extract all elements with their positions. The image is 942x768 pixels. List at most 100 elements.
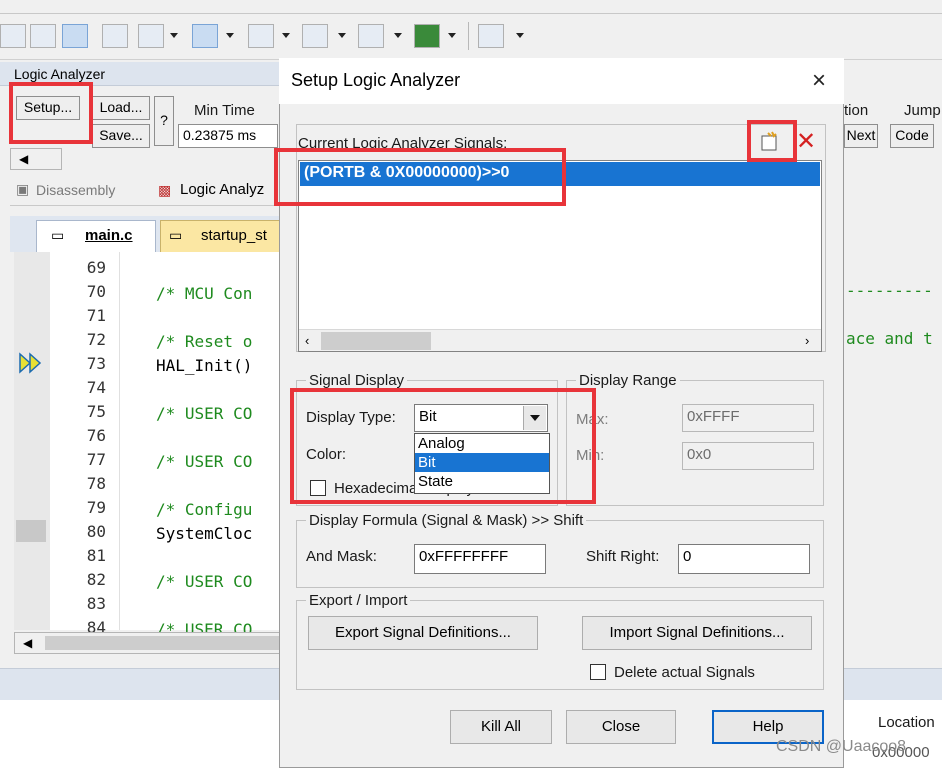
line-number: 81 [86, 546, 106, 565]
code-line: /* Reset o [156, 332, 253, 351]
chevron-down-icon[interactable] [170, 33, 178, 38]
tab-main-c[interactable]: ▭ main.c [36, 220, 156, 252]
close-icon[interactable]: × [800, 64, 838, 98]
scrollbar-thumb[interactable] [321, 332, 431, 350]
annotation-box-new-signal [747, 120, 797, 162]
dialog-title-bar: Setup Logic Analyzer [279, 58, 844, 104]
view-tabs: ▣ Disassembly ▩ Logic Analyz [10, 176, 280, 206]
line-number: 77 [86, 450, 106, 469]
top-menu-strip [0, 0, 942, 14]
editor-gutter [14, 252, 50, 630]
signals-horizontal-scrollbar[interactable]: ‹ › [299, 329, 821, 351]
line-number: 70 [86, 282, 106, 301]
right-panel: tion Jump Next Code [844, 62, 942, 182]
editor-horizontal-scrollbar[interactable]: ◀ [14, 632, 281, 654]
load-button[interactable]: Load... [92, 96, 150, 120]
scrollbar-thumb[interactable] [45, 636, 281, 650]
max-field[interactable]: 0xFFFF [682, 404, 814, 432]
logic-analyzer-icon: ▩ [158, 182, 172, 198]
save-button[interactable]: Save... [92, 124, 150, 148]
file-icon: ▭ [51, 227, 65, 243]
min-time-value: 0.23875 ms [178, 124, 278, 148]
line-number: 83 [86, 594, 106, 613]
call-stack-icon[interactable] [102, 24, 128, 48]
and-mask-field[interactable]: 0xFFFFFFFF [414, 544, 546, 574]
tab-startup-label: startup_st [201, 227, 267, 244]
chevron-down-icon[interactable] [338, 33, 346, 38]
code-line: /* USER CO [156, 404, 253, 423]
scroll-left-icon[interactable]: ◀ [23, 636, 32, 650]
trace-window-icon[interactable] [358, 24, 384, 48]
annotation-box-setup [9, 82, 93, 144]
la-horizontal-scrollbar[interactable]: ◀ [10, 148, 62, 170]
scroll-left-icon[interactable]: ‹ [305, 333, 309, 348]
peripheral-icon[interactable] [30, 24, 56, 48]
registers-window-icon[interactable] [62, 24, 88, 48]
min-field[interactable]: 0x0 [682, 442, 814, 470]
scroll-right-icon[interactable]: › [805, 333, 809, 348]
line-number: 76 [86, 426, 106, 445]
chevron-down-icon[interactable] [448, 33, 456, 38]
shift-right-field[interactable]: 0 [678, 544, 810, 574]
memory-window-icon[interactable] [192, 24, 218, 48]
col-jump-header: Jump [904, 102, 941, 119]
annotation-box-display-type [290, 388, 596, 504]
code-fragment-ace: ace and t [846, 329, 933, 348]
scroll-left-icon[interactable]: ◀ [19, 152, 28, 166]
line-number: 74 [86, 378, 106, 397]
help-button[interactable]: ? [154, 96, 174, 146]
close-button[interactable]: Close [566, 710, 676, 744]
chevron-down-icon[interactable] [282, 33, 290, 38]
min-time-label: Min Time [194, 102, 255, 119]
annotation-box-signal [274, 148, 566, 206]
formula-label: Display Formula (Signal & Mask) >> Shift [306, 512, 587, 529]
line-number: 79 [86, 498, 106, 517]
location-header: Location [878, 714, 935, 731]
code-line: /* USER CO [156, 572, 253, 591]
execution-arrow-icon [18, 352, 46, 374]
col-tion-header: tion [844, 102, 869, 119]
code-fragment-dashes: --------- [846, 281, 933, 300]
watermark: CSDN @Uaacoo8 [776, 738, 907, 755]
next-button[interactable]: Next [844, 124, 878, 148]
tab-main-c-label: main.c [85, 227, 133, 244]
line-number: 75 [86, 402, 106, 421]
system-viewer-icon[interactable] [414, 24, 440, 48]
shift-right-label: Shift Right: [586, 548, 660, 565]
delete-signals-checkbox[interactable] [590, 664, 606, 680]
debug-toolbar-icon[interactable] [0, 24, 26, 48]
import-signals-button[interactable]: Import Signal Definitions... [582, 616, 812, 650]
line-number: 69 [86, 258, 106, 277]
toolbar-separator [468, 22, 469, 50]
tab-logic-analyzer[interactable]: Logic Analyz [180, 181, 264, 198]
disassembly-icon: ▣ [16, 181, 30, 197]
tab-disassembly[interactable]: Disassembly [36, 182, 115, 198]
line-number: 72 [86, 330, 106, 349]
export-signals-button[interactable]: Export Signal Definitions... [308, 616, 538, 650]
code-line: /* MCU Con [156, 284, 253, 303]
line-number: 73 [86, 354, 106, 373]
chevron-down-icon[interactable] [226, 33, 234, 38]
serial-window-icon[interactable] [248, 24, 274, 48]
line-number: 71 [86, 306, 106, 325]
line-number: 80 [86, 522, 106, 541]
line-number: 78 [86, 474, 106, 493]
chevron-down-icon[interactable] [516, 33, 524, 38]
line-number: 82 [86, 570, 106, 589]
dialog-title: Setup Logic Analyzer [291, 70, 461, 90]
code-line: HAL_Init() [156, 356, 253, 375]
display-range-label: Display Range [576, 372, 680, 389]
analysis-window-icon[interactable] [302, 24, 328, 48]
main-toolbar [0, 14, 942, 60]
export-import-label: Export / Import [306, 592, 411, 609]
document-tabs: ▭ main.c ▭ startup_st [10, 216, 280, 252]
chevron-down-icon[interactable] [394, 33, 402, 38]
watch-window-icon[interactable] [138, 24, 164, 48]
and-mask-label: And Mask: [306, 548, 377, 565]
signal-display-label: Signal Display [306, 372, 408, 389]
tab-startup[interactable]: ▭ startup_st [160, 220, 280, 252]
code-button[interactable]: Code [890, 124, 934, 148]
toolbox-icon[interactable] [478, 24, 504, 48]
kill-all-button[interactable]: Kill All [450, 710, 552, 744]
delete-signals-label: Delete actual Signals [614, 664, 755, 681]
